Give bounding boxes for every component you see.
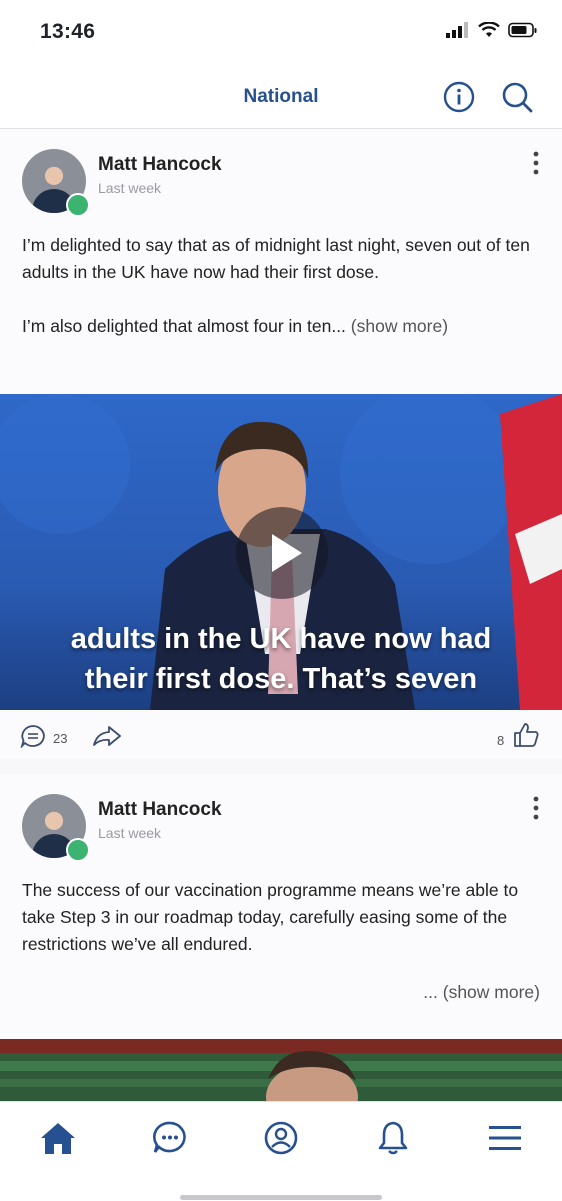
play-button[interactable]	[236, 507, 328, 599]
like-icon[interactable]	[512, 722, 540, 748]
verified-badge-icon	[66, 838, 90, 862]
more-options-icon[interactable]	[526, 149, 546, 177]
search-icon[interactable]	[500, 80, 534, 114]
post-actions: 23 8	[0, 714, 562, 756]
video-caption: their first dose. That’s seven	[84, 663, 478, 695]
post-text: The success of our vaccination programme…	[22, 880, 519, 954]
author-name[interactable]: Matt Hancock	[98, 154, 222, 176]
post-card: Matt Hancock Last week I’m delighted to …	[0, 129, 562, 759]
wifi-icon	[478, 22, 500, 37]
show-more-link[interactable]: ... (show more)	[423, 982, 540, 1003]
feed[interactable]: Matt Hancock Last week I’m delighted to …	[0, 129, 562, 1101]
post-paragraph: I’m also delighted that almost four in t…	[22, 313, 544, 340]
post-paragraph: I’m delighted to say that as of midnight…	[22, 235, 530, 282]
video-caption: adults in the UK have now had	[70, 623, 492, 655]
nav-header: National	[0, 66, 562, 129]
status-time: 13:46	[40, 20, 96, 43]
menu-icon[interactable]	[485, 1118, 525, 1158]
profile-icon[interactable]	[261, 1118, 301, 1158]
author-name[interactable]: Matt Hancock	[98, 799, 222, 821]
like-count: 8	[497, 733, 505, 748]
show-more-link[interactable]: (show more)	[351, 316, 448, 336]
share-icon[interactable]	[92, 725, 122, 747]
tab-bar	[0, 1101, 562, 1201]
battery-icon	[508, 22, 537, 38]
post-time: Last week	[98, 825, 162, 841]
signal-icon	[446, 22, 468, 38]
comment-count: 23	[53, 731, 68, 746]
bell-icon[interactable]	[373, 1118, 413, 1158]
info-icon[interactable]	[442, 80, 476, 114]
status-icons	[446, 22, 538, 38]
post-time: Last week	[98, 180, 162, 196]
page-title: National	[243, 86, 319, 107]
play-icon	[272, 534, 302, 572]
comment-icon[interactable]	[20, 724, 46, 748]
chat-icon[interactable]	[150, 1118, 190, 1158]
home-icon[interactable]	[38, 1118, 78, 1158]
post-text: I’m delighted to say that as of midnight…	[22, 232, 544, 340]
more-options-icon[interactable]	[526, 794, 546, 822]
verified-badge-icon	[66, 193, 90, 217]
post-excerpt: I’m also delighted that almost four in t…	[22, 316, 346, 336]
post-image[interactable]	[0, 1039, 562, 1101]
video-player[interactable]: adults in the UK have now had their firs…	[0, 394, 562, 710]
post-card: Matt Hancock Last week The success of ou…	[0, 774, 562, 1101]
home-indicator	[180, 1195, 382, 1200]
status-bar: 13:46	[0, 0, 562, 66]
